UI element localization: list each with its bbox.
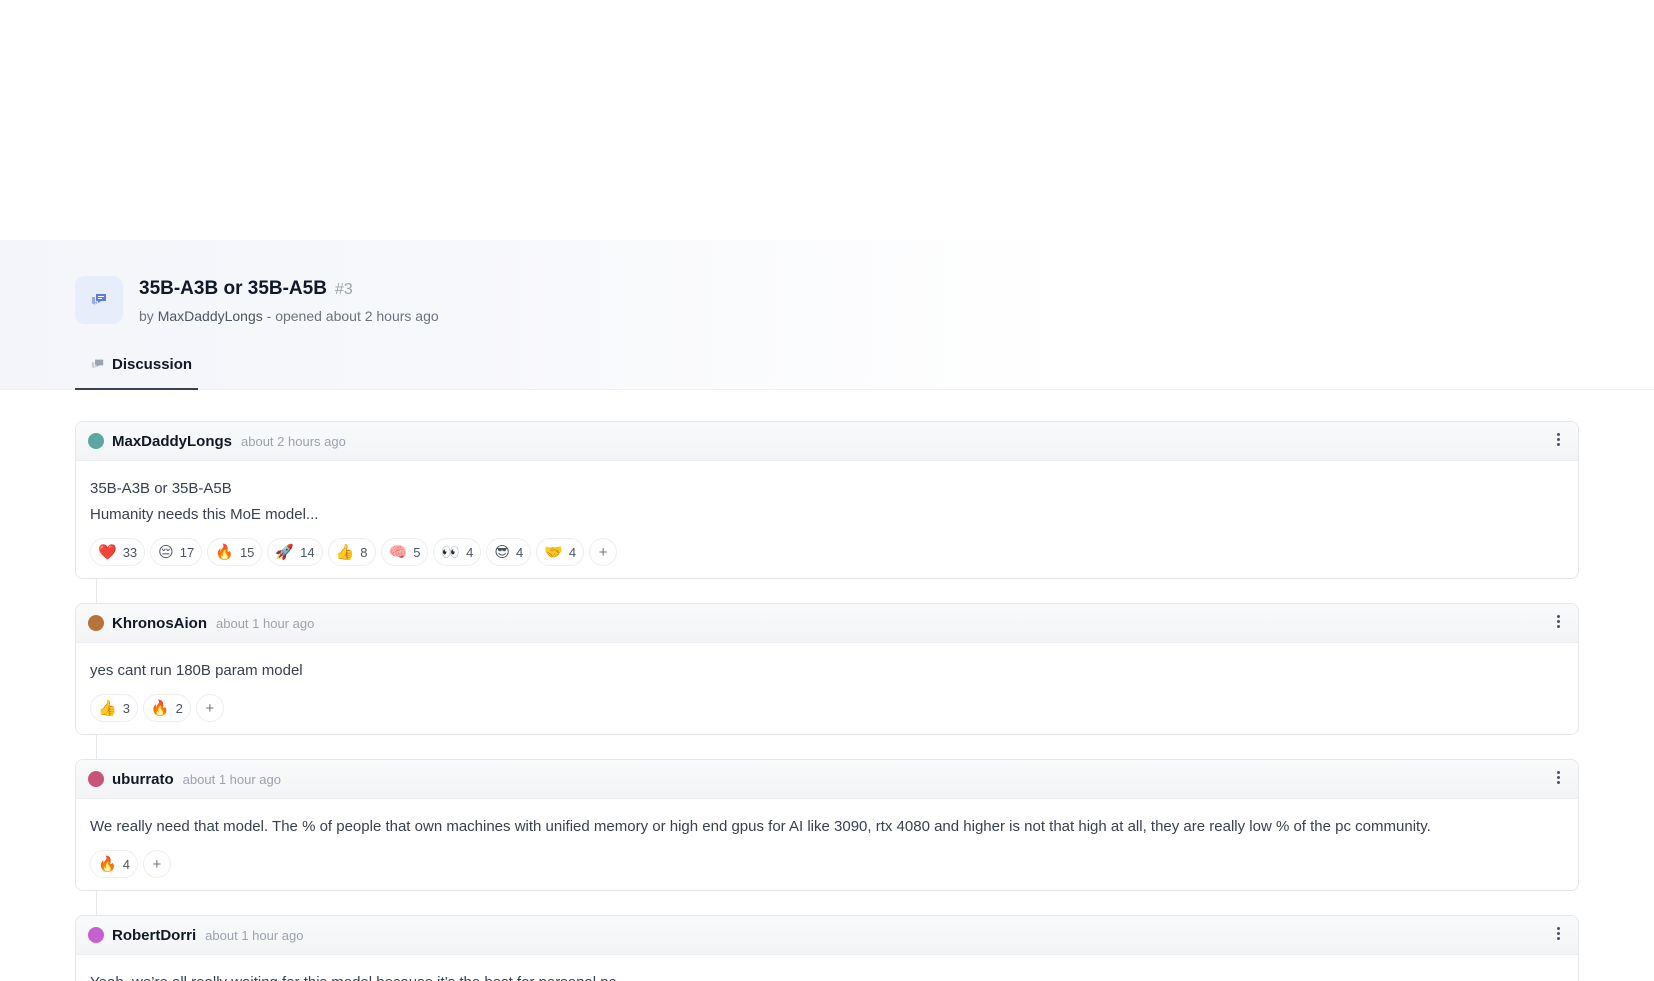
top-blank-area [0, 0, 1654, 240]
more-options-icon[interactable] [1557, 615, 1560, 628]
comment-time: about 1 hour ago [182, 771, 281, 787]
reaction-button[interactable]: 👍 8 [327, 538, 376, 566]
reaction-button[interactable]: 👀 4 [433, 538, 482, 566]
thread-connector [96, 891, 97, 915]
comment-text-line: Humanity needs this MoE model... [90, 506, 319, 523]
more-options-icon[interactable] [1557, 927, 1560, 940]
reactions-bar: 👍 3 🔥 2 + [90, 694, 1564, 722]
thread-connector [96, 735, 97, 759]
comment-username[interactable]: MaxDaddyLongs [112, 433, 232, 450]
reaction-button[interactable]: 😎 4 [486, 538, 532, 566]
comment-header: uburrato about 1 hour ago [76, 760, 1578, 799]
reaction-button[interactable]: 🔥 2 [142, 694, 191, 722]
comment-username[interactable]: RobertDorri [112, 927, 196, 944]
reaction-emoji-icon: 👍 [335, 543, 355, 561]
by-label: by [139, 308, 154, 324]
discussion-title: 35B-A3B or 35B-A5B [139, 278, 327, 299]
comment-header: KhronosAion about 1 hour ago [76, 604, 1578, 643]
more-options-icon[interactable] [1557, 771, 1560, 784]
reaction-count: 3 [122, 700, 130, 716]
avatar[interactable] [88, 433, 104, 449]
reaction-count: 4 [466, 544, 474, 560]
comment-thread: MaxDaddyLongs about 2 hours ago 35B-A3B or… [75, 421, 1579, 981]
comment-text-line: Yeah, we’re all really waiting for this … [90, 970, 1564, 981]
comment-card: KhronosAion about 1 hour ago yes cant run … [75, 603, 1579, 735]
reaction-button[interactable]: 🔥 4 [90, 850, 138, 878]
comment-card: uburrato about 1 hour ago We really need t… [75, 759, 1579, 891]
reaction-emoji-icon: 😔 [158, 543, 174, 561]
reactions-bar: ❤️ 33 😔 17 🔥 15 🚀 14 👍 8 🧠 5 👀 4 😎 4 🤝 4 + [90, 538, 1564, 566]
reaction-count: 2 [175, 700, 183, 716]
reaction-count: 4 [515, 544, 524, 560]
avatar[interactable] [88, 615, 104, 631]
add-reaction-button[interactable]: + [589, 538, 618, 566]
discussion-meta: by MaxDaddyLongs - opened about 2 hours … [139, 308, 439, 324]
discussion-icon [75, 276, 123, 324]
comment-body: yes cant run 180B param model 👍 3 🔥 2 + [76, 643, 1578, 734]
reaction-button[interactable]: 🚀 14 [267, 538, 323, 566]
title-row: 35B-A3B or 35B-A5B #3 [139, 278, 353, 300]
comment-body: We really need that model. The % of peop… [76, 799, 1578, 890]
comment-body: Yeah, we’re all really waiting for this … [76, 955, 1578, 981]
reaction-count: 15 [239, 544, 255, 560]
reactions-bar: 🔥 4 + [90, 850, 1564, 878]
avatar[interactable] [88, 927, 104, 943]
comment-text-line: yes cant run 180B param model [90, 662, 303, 679]
reaction-button[interactable]: ❤️ 33 [90, 538, 146, 566]
reaction-count: 17 [179, 544, 195, 560]
discussion-number: #3 [334, 281, 353, 298]
opened-text: - opened about 2 hours ago [266, 308, 439, 324]
discussion-tab-icon [91, 359, 104, 369]
comment-username[interactable]: uburrato [112, 771, 174, 788]
more-options-icon[interactable] [1557, 433, 1560, 446]
comment-username[interactable]: KhronosAion [112, 615, 207, 632]
reaction-count: 33 [122, 544, 138, 560]
reaction-button[interactable]: 😔 17 [150, 538, 203, 566]
reaction-count: 8 [360, 544, 368, 560]
comment-text-line: We really need that model. The % of peop… [90, 818, 1431, 835]
tab-discussion[interactable]: Discussion [75, 340, 198, 390]
reaction-button[interactable]: 🧠 5 [380, 538, 429, 566]
reaction-emoji-icon: 🔥 [150, 699, 170, 717]
author-link[interactable]: MaxDaddyLongs [158, 308, 263, 324]
reaction-emoji-icon: 🧠 [388, 543, 408, 561]
reaction-button[interactable]: 🤝 4 [536, 538, 585, 566]
comment-card: MaxDaddyLongs about 2 hours ago 35B-A3B or… [75, 421, 1579, 579]
comment-header: MaxDaddyLongs about 2 hours ago [76, 422, 1578, 461]
comment-time: about 2 hours ago [241, 433, 346, 449]
discussion-header: 35B-A3B or 35B-A5B #3 by MaxDaddyLongs -… [0, 240, 1654, 390]
add-reaction-button[interactable]: + [142, 850, 171, 878]
comment-time: about 1 hour ago [205, 927, 304, 943]
reaction-emoji-icon: 🚀 [275, 543, 295, 561]
reaction-button[interactable]: 🔥 15 [207, 538, 263, 566]
add-reaction-button[interactable]: + [195, 694, 224, 722]
comment-card: RobertDorri about 1 hour ago Yeah, we’re a… [75, 915, 1579, 981]
thread-connector [96, 579, 97, 603]
reaction-emoji-icon: 😎 [494, 543, 510, 561]
reaction-count: 14 [300, 544, 315, 560]
reaction-emoji-icon: 🔥 [98, 855, 117, 873]
reaction-emoji-icon: 👍 [98, 699, 117, 717]
reaction-count: 5 [413, 544, 421, 560]
reaction-emoji-icon: 👀 [441, 543, 461, 561]
reaction-emoji-icon: ❤️ [98, 543, 117, 561]
reaction-count: 4 [122, 856, 130, 872]
reaction-emoji-icon: 🤝 [544, 543, 563, 561]
reaction-count: 4 [568, 544, 577, 560]
comment-text-line: 35B-A3B or 35B-A5B [90, 480, 232, 497]
comment-time: about 1 hour ago [216, 615, 315, 631]
comment-header: RobertDorri about 1 hour ago [76, 916, 1578, 955]
reaction-emoji-icon: 🔥 [215, 543, 234, 561]
reaction-button[interactable]: 👍 3 [90, 694, 138, 722]
comment-body: 35B-A3B or 35B-A5B Humanity needs this Mo… [76, 461, 1578, 578]
tab-discussion-label: Discussion [112, 355, 193, 373]
avatar[interactable] [88, 771, 104, 787]
